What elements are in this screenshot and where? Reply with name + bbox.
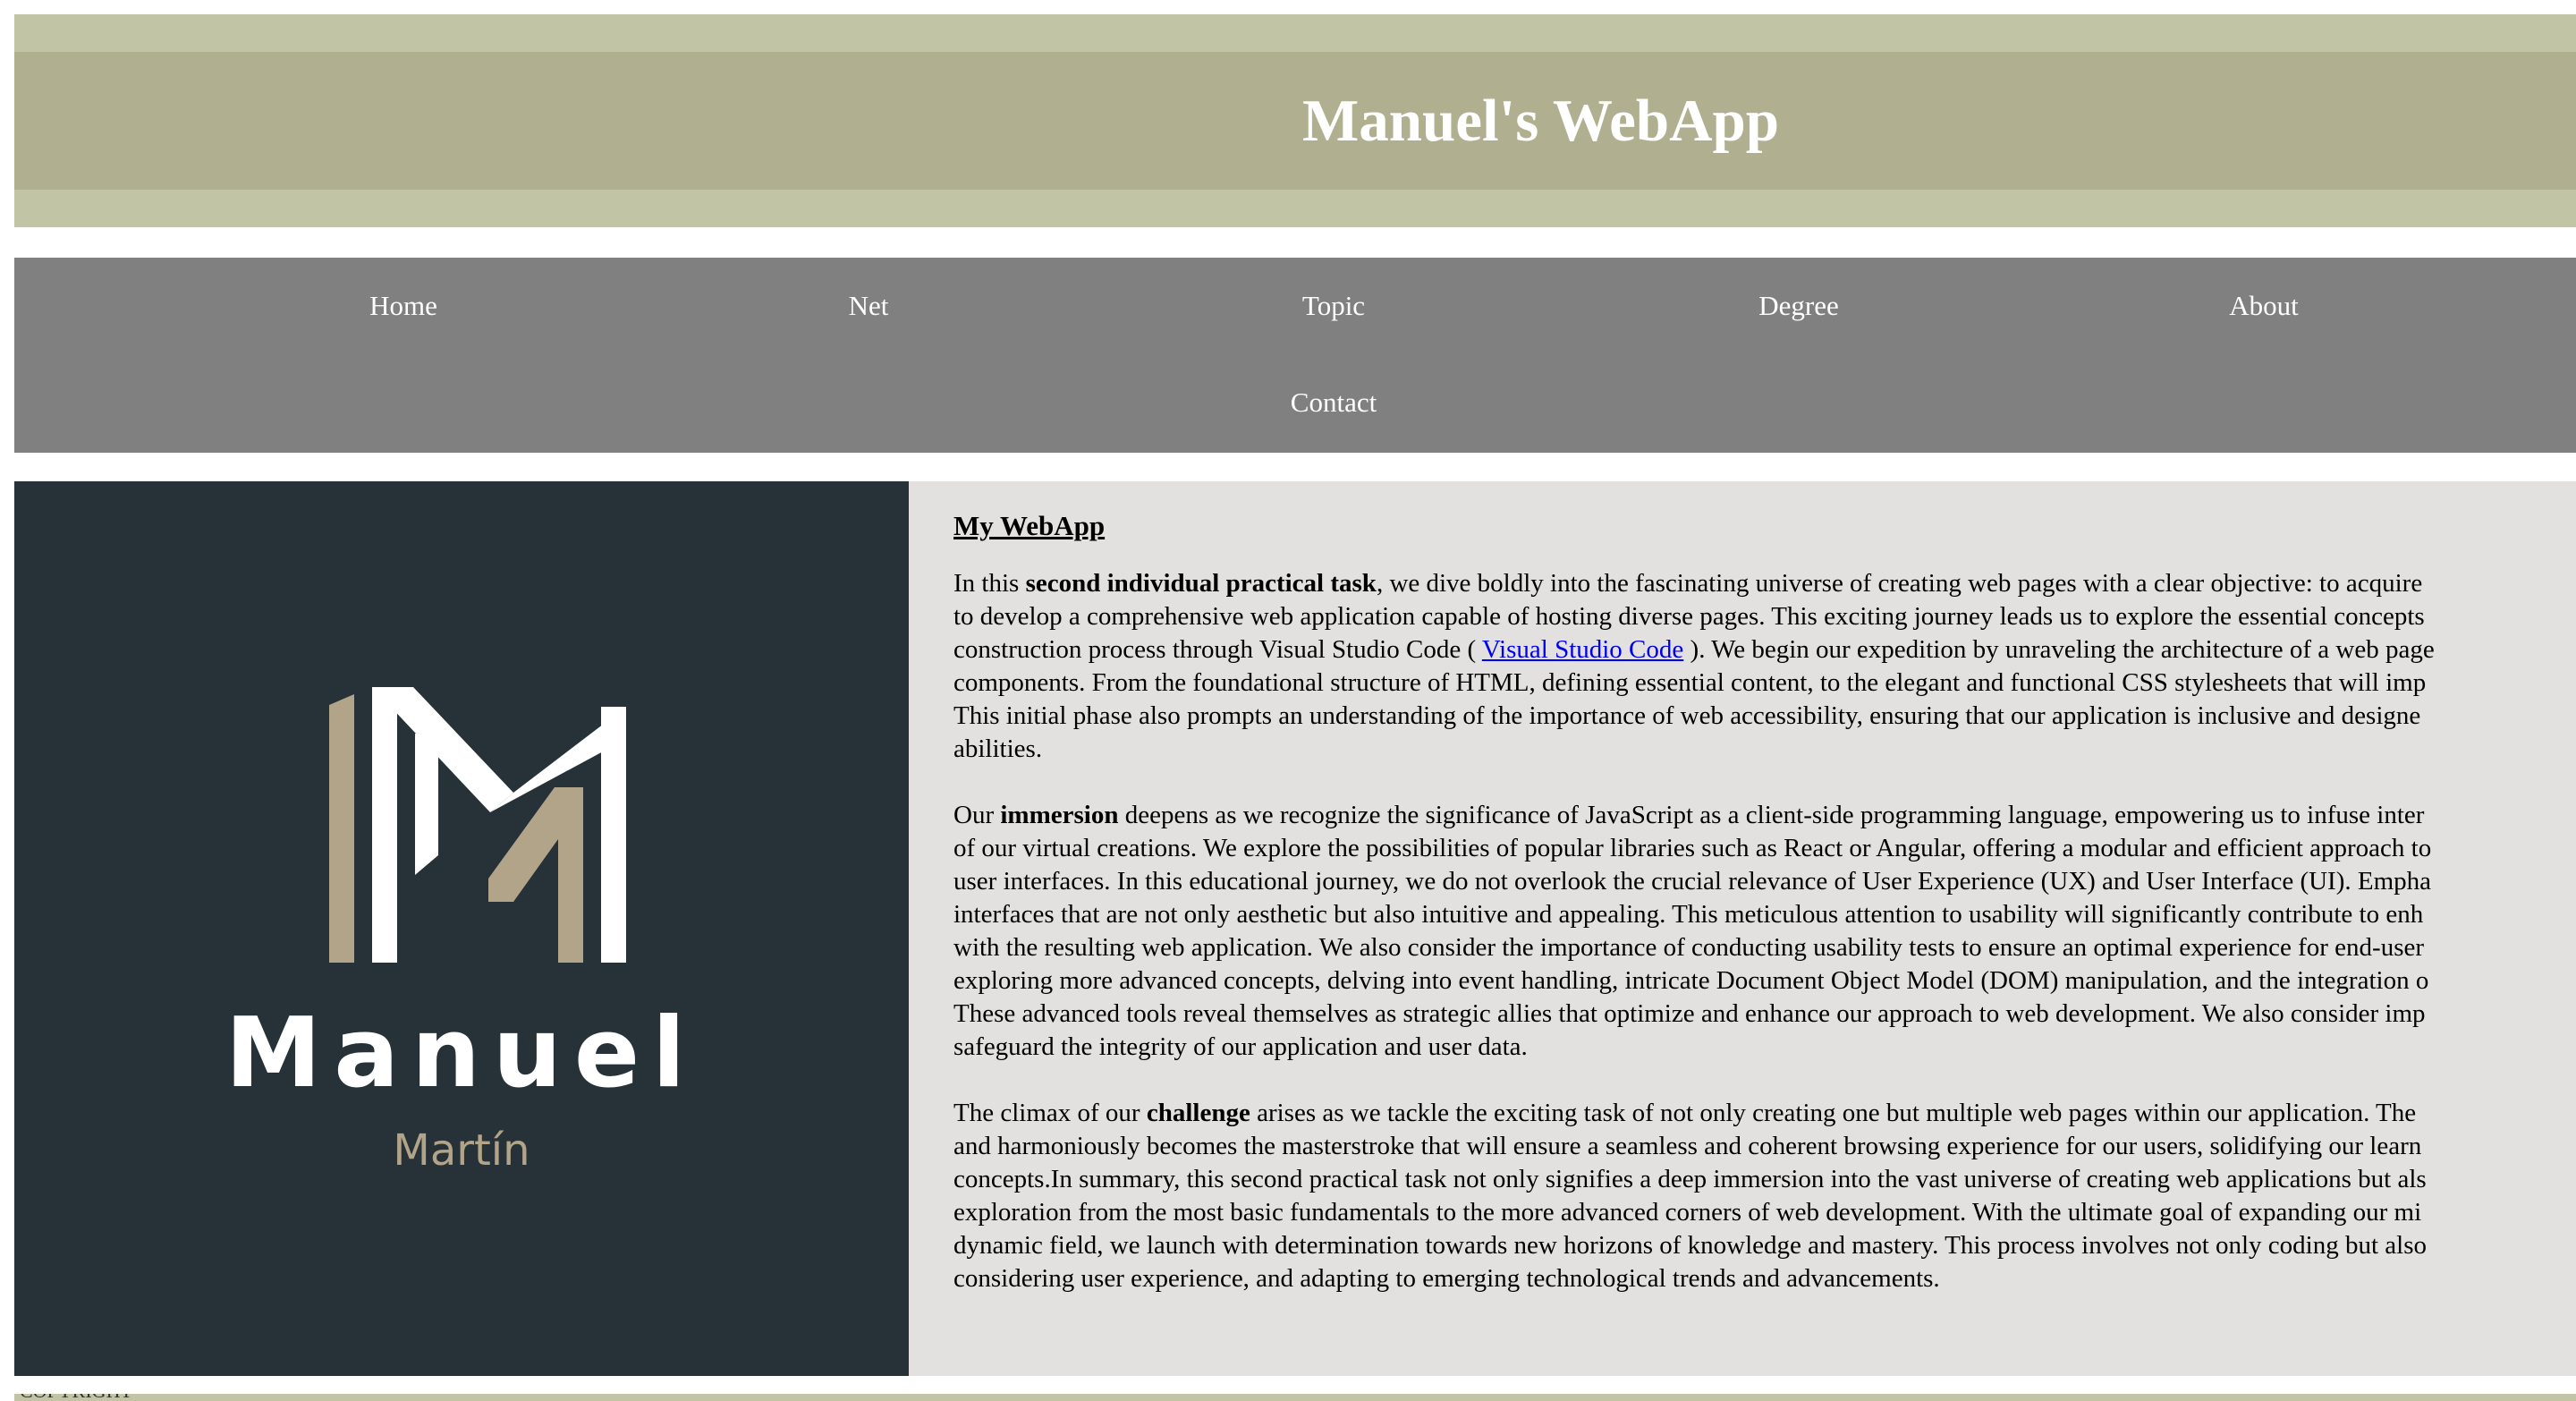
monogram-right-white-bar (601, 707, 626, 963)
p2-text: user interfaces. In this educational jou… (953, 867, 2432, 896)
nav-contact-link[interactable]: Contact (1291, 385, 1377, 420)
p2-text: of our virtual creations. We explore the… (953, 834, 2432, 862)
p3-bold: challenge (1146, 1099, 1250, 1127)
monogram-tan-diagonal (488, 787, 583, 963)
intro-paragraph: In this second individual practical task… (953, 567, 2576, 766)
logo-image: Manuel Martín (14, 481, 909, 1376)
p1-text: components. From the foundational struct… (953, 668, 2427, 697)
site-footer: COPYRIGHT (14, 1394, 2576, 1401)
header-band: Manuel's WebApp (14, 52, 2576, 190)
p1-text: , we dive boldly into the fascinating un… (1376, 569, 2423, 598)
p2-text: exploring more advanced concepts, delvin… (953, 966, 2429, 995)
p2-text: These advanced tools reveal themselves a… (953, 999, 2426, 1028)
p1-text: to develop a comprehensive web applicati… (953, 602, 2425, 631)
p1-text: abilities. (953, 734, 1043, 763)
nav-topic-link[interactable]: Topic (1302, 288, 1365, 324)
nav-net-link[interactable]: Net (849, 288, 889, 324)
visual-studio-code-link[interactable]: Visual Studio Code (1482, 635, 1683, 664)
nav-home-link[interactable]: Home (369, 288, 437, 324)
p3-text: exploration from the most basic fundamen… (953, 1198, 2422, 1227)
p2-text: safeguard the integrity of our applicati… (953, 1032, 1528, 1061)
monogram-left-white-bar (372, 687, 397, 963)
p3-text: and harmoniously becomes the masterstrok… (953, 1132, 2422, 1160)
p3-text: concepts.In summary, this second practic… (953, 1165, 2427, 1193)
p1-text: In this (953, 569, 1026, 598)
p2-text: interfaces that are not only aesthetic b… (953, 900, 2424, 929)
content-article: My WebApp In this second individual prac… (953, 508, 2576, 1329)
p1-text: This initial phase also prompts an under… (953, 701, 2421, 730)
p2-text: with the resulting web application. We a… (953, 933, 2425, 962)
p2-text: Our (953, 801, 1001, 829)
logo-name-text: Manuel (225, 998, 699, 1109)
site-header: Manuel's WebApp (14, 14, 2576, 227)
p1-text: ). We begin our expedition by unraveling… (1683, 635, 2435, 664)
p3-text: considering user experience, and adaptin… (953, 1264, 1940, 1293)
monogram-inner-white-bar (415, 734, 438, 875)
challenge-paragraph: The climax of our challenge arises as we… (953, 1097, 2576, 1295)
site-title: Manuel's WebApp (1302, 88, 1780, 154)
p1-text: construction process through Visual Stud… (953, 635, 1482, 664)
p3-text: The climax of our (953, 1099, 1147, 1127)
nav-degree-link[interactable]: Degree (1758, 288, 1839, 324)
immersion-paragraph: Our immersion deepens as we recognize th… (953, 799, 2576, 1064)
page: Manuel's WebApp Home Net Topic Degree Ab… (0, 0, 2576, 1401)
p3-text: arises as we tackle the exciting task of… (1250, 1099, 2417, 1127)
nav-about-link[interactable]: About (2229, 288, 2299, 324)
p2-bold: immersion (1000, 801, 1119, 829)
content-title: My WebApp (953, 510, 1106, 541)
monogram-left-bar (329, 694, 354, 963)
footer-text: COPYRIGHT (20, 1394, 132, 1401)
p3-text: dynamic field, we launch with determinat… (953, 1231, 2428, 1260)
p2-text: deepens as we recognize the significance… (1118, 801, 2425, 829)
main-nav: Home Net Topic Degree About Contact (14, 258, 2576, 453)
logo-surname-text: Martín (393, 1125, 530, 1176)
main-section: Manuel Martín My WebApp In this second i… (14, 481, 2576, 1376)
m-monogram-icon (329, 687, 626, 963)
p1-bold: second individual practical task (1025, 569, 1377, 598)
